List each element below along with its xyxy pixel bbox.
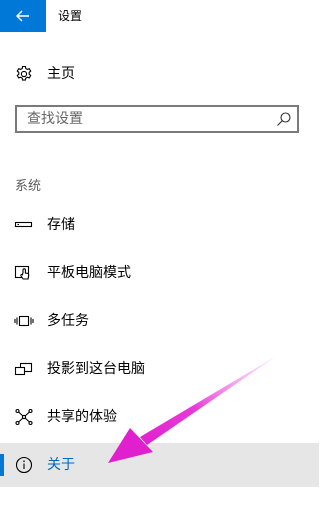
- search-box[interactable]: [15, 105, 299, 133]
- sidebar-item-storage[interactable]: 存储: [0, 203, 319, 247]
- sidebar-item-shared-experiences[interactable]: 共享的体验: [0, 395, 319, 439]
- sidebar-item-label: 平板电脑模式: [47, 265, 131, 281]
- sidebar-item-label: 关于: [47, 457, 75, 473]
- tablet-mode-icon: [14, 265, 30, 280]
- sidebar-item-label: 多任务: [47, 313, 89, 329]
- sidebar-item-label: 存储: [47, 217, 75, 233]
- title-bar: 设置: [0, 0, 329, 32]
- window-title: 设置: [58, 9, 83, 23]
- sidebar-item-label: 共享的体验: [47, 409, 117, 425]
- home-label: 主页: [47, 66, 75, 82]
- selection-indicator: [0, 454, 4, 476]
- info-icon: [15, 456, 33, 474]
- home-nav-item[interactable]: 主页: [0, 56, 329, 92]
- sidebar-item-label: 投影到这台电脑: [47, 361, 145, 377]
- arrow-left-icon: [16, 10, 29, 22]
- sidebar-item-about[interactable]: 关于: [0, 443, 319, 487]
- search-icon[interactable]: [276, 111, 292, 127]
- gear-icon: [16, 65, 32, 81]
- multitasking-icon: [14, 315, 34, 327]
- shared-experiences-icon: [15, 408, 33, 426]
- back-button[interactable]: [0, 0, 46, 32]
- sidebar-item-tablet-mode[interactable]: 平板电脑模式: [0, 251, 319, 295]
- project-to-pc-icon: [14, 362, 33, 376]
- storage-icon: [14, 221, 33, 228]
- section-header-system: 系统: [15, 179, 42, 194]
- search-input[interactable]: [17, 107, 277, 131]
- sidebar-item-project-to-pc[interactable]: 投影到这台电脑: [0, 347, 319, 391]
- sidebar-item-multitasking[interactable]: 多任务: [0, 299, 319, 343]
